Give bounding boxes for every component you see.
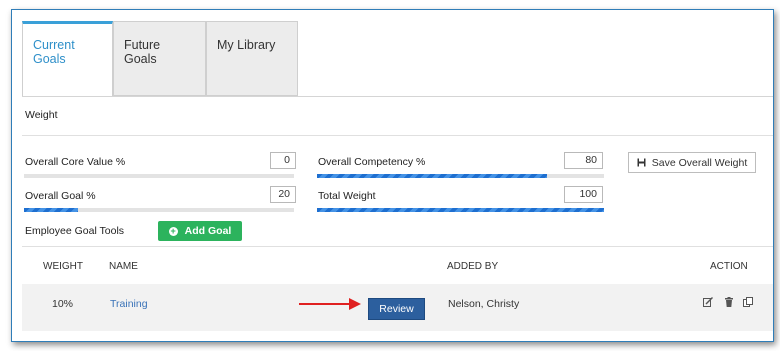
header-name: NAME [109,261,138,272]
row-weight: 10% [52,298,74,310]
total-weight-input: 100 [564,186,603,203]
row-name-link[interactable]: Training [110,298,148,310]
header-weight: WEIGHT [43,261,83,272]
goals-panel: Current Goals Future Goals My Library We… [11,9,774,342]
save-overall-weight-button[interactable]: Save Overall Weight [628,152,756,173]
plus-circle-icon: + [168,225,178,236]
copy-icon[interactable] [743,297,753,307]
tab-bar: Current Goals Future Goals My Library [22,21,298,96]
save-overall-weight-label: Save Overall Weight [651,156,748,169]
tab-future-goals[interactable]: Future Goals [113,21,206,96]
table-top-divider [22,246,773,247]
core-value-input[interactable]: 0 [270,152,296,169]
competency-progress [317,174,604,178]
goal-input[interactable]: 20 [270,186,296,203]
header-added-by: ADDED BY [447,261,499,272]
total-weight-label: Total Weight [318,190,376,202]
competency-input[interactable]: 80 [564,152,603,169]
core-value-label: Overall Core Value % [25,156,126,168]
save-icon [637,158,646,167]
tab-my-library[interactable]: My Library [206,21,298,96]
row-added-by: Nelson, Christy [448,298,520,310]
add-goal-label: Add Goal [184,225,232,237]
annotation-arrow [299,298,361,310]
section-title: Weight [25,109,58,121]
review-button[interactable]: Review [368,298,425,320]
header-action: ACTION [710,261,748,272]
edit-icon[interactable] [703,297,713,307]
section-divider [22,135,773,136]
goal-progress [24,208,294,212]
employee-goal-tools-label: Employee Goal Tools [25,225,125,237]
competency-label: Overall Competency % [318,156,426,168]
core-value-progress [24,174,294,178]
trash-icon[interactable] [724,297,734,307]
tab-divider [22,96,773,97]
tab-current-goals[interactable]: Current Goals [22,21,113,96]
add-goal-button[interactable]: + Add Goal [158,221,242,241]
total-weight-progress [317,208,604,212]
goal-label: Overall Goal % [25,190,96,202]
